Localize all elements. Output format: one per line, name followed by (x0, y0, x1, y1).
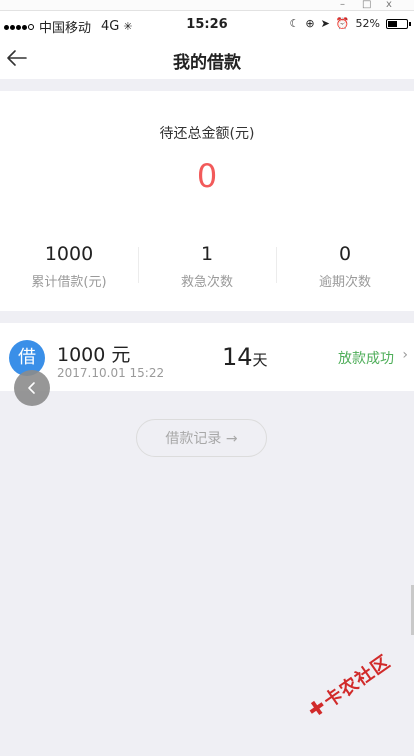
page-title: 我的借款 (173, 53, 241, 73)
minimize-icon[interactable]: – (340, 0, 345, 10)
stat-overdue-count: 0 逾期次数 (276, 243, 414, 290)
stat-total-borrowed: 1000 累计借款(元) (0, 243, 138, 290)
watermark: ✚ 卡农社区 (303, 648, 396, 724)
loan-status: 放款成功 (338, 351, 394, 367)
total-due-label: 待还总金额(元) (159, 126, 255, 142)
stat-value: 1 (200, 243, 214, 265)
orientation-lock-icon: ⊕ (305, 17, 315, 30)
chevron-right-icon: › (402, 347, 408, 363)
stat-label: 逾期次数 (318, 275, 371, 290)
alarm-icon: ⏰ (335, 17, 350, 30)
loan-term-value: 14 (222, 343, 253, 371)
battery-percent: 52% (355, 17, 380, 30)
loan-item[interactable]: 借 1000 元 2017.10.01 15:22 14天 放款成功 › (0, 323, 414, 391)
stat-value: 1000 (44, 243, 94, 265)
floating-back-button[interactable] (14, 370, 50, 406)
summary-card: 待还总金额(元) 0 1000 累计借款(元) 1 救急次数 0 逾期次数 (0, 91, 414, 311)
loan-amount: 1000 元 (57, 344, 131, 366)
stat-label: 救急次数 (180, 275, 233, 290)
loan-term: 14天 (222, 343, 268, 371)
watermark-text: 卡农社区 (320, 651, 395, 713)
location-icon: ➤ (320, 17, 330, 30)
loan-records-button[interactable]: 借款记录 → (136, 419, 267, 457)
moon-icon: ☾ (289, 17, 300, 30)
stat-value: 0 (338, 243, 352, 265)
loan-date: 2017.10.01 15:22 (57, 366, 165, 380)
close-icon[interactable]: x (386, 0, 392, 10)
stat-label: 累计借款(元) (31, 275, 107, 290)
chevron-left-icon (28, 382, 35, 394)
loan-term-unit: 天 (252, 351, 268, 369)
battery-icon (386, 18, 411, 29)
nav-bar: 我的借款 (0, 39, 414, 79)
stat-emergency-count: 1 救急次数 (138, 243, 276, 290)
browser-chrome: – □ x (0, 0, 414, 11)
status-bar: 中国移动 4G ✳ 15:26 ☾ ⊕ ➤ ⏰ 52% (0, 11, 414, 39)
stats-row: 1000 累计借款(元) 1 救急次数 0 逾期次数 (0, 243, 414, 290)
maximize-icon[interactable]: □ (362, 0, 371, 10)
total-due-amount: 0 (196, 157, 218, 195)
